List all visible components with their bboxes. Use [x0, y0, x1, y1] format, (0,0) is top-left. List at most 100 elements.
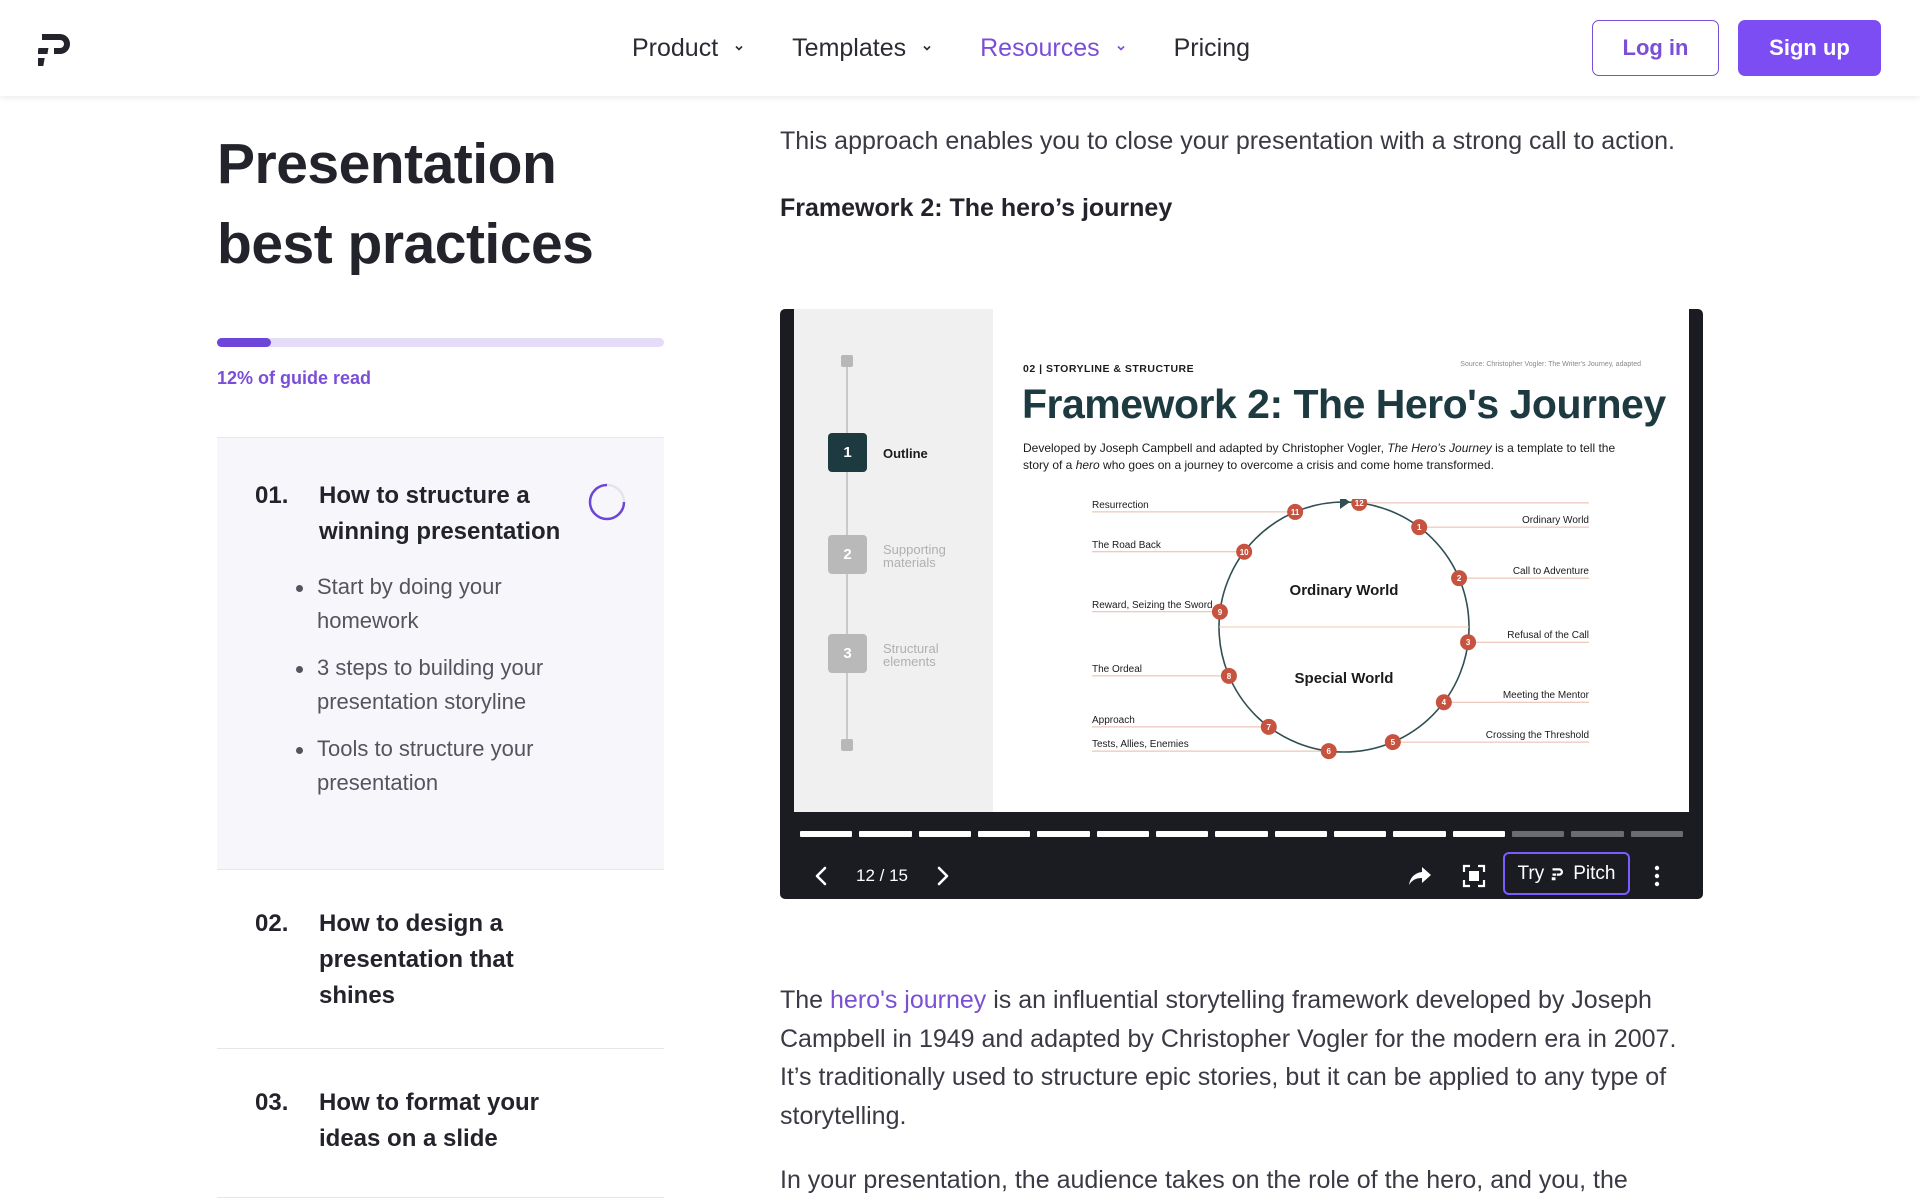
presentation-embed[interactable]: 1 Outline 2 Supporting materials 3 Struc… — [780, 309, 1703, 899]
pitch-logo-icon — [1551, 868, 1564, 881]
slide-progress-segment[interactable] — [859, 831, 912, 837]
reading-progress-bar — [217, 338, 664, 347]
toc-subitem[interactable]: 3 steps to building your presentation st… — [296, 651, 586, 719]
toc-section-1: 01. How to structure a winning presentat… — [217, 437, 664, 869]
slide-progress-segment[interactable] — [1274, 831, 1327, 837]
stage-number: 1 — [1417, 523, 1422, 532]
outline-step-box: 3 — [828, 634, 867, 673]
chevron-left-icon[interactable] — [810, 864, 834, 888]
slide-progress-segment[interactable] — [1393, 831, 1446, 837]
toc-section-title: How to format your ideas on a slide — [319, 1089, 539, 1152]
slide-canvas: 1 Outline 2 Supporting materials 3 Struc… — [794, 309, 1689, 812]
stage-number: 11 — [1291, 508, 1300, 517]
log-in-button[interactable]: Log in — [1592, 20, 1719, 76]
stage-label: The Ordeal — [1092, 664, 1142, 675]
slide-description-text: who goes on a journey to overcome a cris… — [1099, 458, 1494, 472]
slide-progress-segment[interactable] — [1571, 831, 1624, 837]
stage-label: Crossing the Threshold — [1486, 730, 1589, 741]
sign-up-button[interactable]: Sign up — [1738, 20, 1881, 76]
slide-progress-segment[interactable] — [1333, 831, 1387, 837]
toc-subitems: Start by doing your homework 3 steps to … — [217, 570, 664, 800]
stage-number: 5 — [1391, 738, 1396, 747]
slide-progress-segment[interactable] — [1452, 831, 1505, 837]
stage-number: 4 — [1442, 698, 1447, 707]
special-world-label: Special World — [1295, 670, 1394, 687]
toc-section-number: 01. — [255, 482, 289, 509]
toc-section-number: 03. — [255, 1089, 289, 1116]
article-paragraph: The hero's journey is an influential sto… — [780, 981, 1700, 1135]
slide-progress-segment[interactable] — [1215, 831, 1268, 837]
toc-section-2-link[interactable]: 02. How to design a presentation that sh… — [217, 906, 664, 1014]
guide-title-line1: Presentation — [217, 132, 557, 196]
chevron-right-icon[interactable] — [930, 864, 954, 888]
stage-label: The Road Back — [1092, 540, 1162, 551]
toc-section-title: How to design a presentation that shines — [319, 910, 514, 1009]
guide-title-line2: best practices — [217, 212, 594, 276]
outline-step-label: Supporting materials — [883, 542, 946, 570]
slide-progress-segment[interactable] — [800, 831, 853, 837]
slide-progress-segment[interactable] — [1155, 831, 1209, 837]
progress-ring-icon — [588, 483, 626, 521]
toc-subitem[interactable]: Tools to structure your presentation — [296, 732, 586, 800]
outline-step-label: Structural elements — [883, 641, 939, 669]
stage-label: Tests, Allies, Enemies — [1092, 739, 1189, 750]
slide-progress-segment[interactable] — [1037, 831, 1090, 837]
slide-description-emphasis: hero — [1075, 458, 1100, 472]
toc-section-3-link[interactable]: 03. How to format your ideas on a slide — [217, 1085, 664, 1157]
article-paragraph: This approach enables you to close your … — [780, 127, 1675, 155]
slide-description-emphasis: The Hero’s Journey — [1387, 441, 1492, 455]
toc-subitem[interactable]: Start by doing your homework — [296, 570, 586, 638]
stage-label: Ordinary World — [1522, 515, 1589, 526]
slide-progress-segment[interactable] — [1096, 831, 1149, 837]
nav-templates-label: Templates — [792, 33, 907, 62]
stage-label: Return with the Elixir — [1497, 499, 1589, 502]
chevron-down-icon — [923, 45, 931, 51]
top-navigation-bar: Product Templates Resources Pricing Log … — [0, 0, 1920, 96]
toc-section-title: How to structure a winning presentation — [319, 482, 561, 545]
slide-progress-segment[interactable] — [977, 831, 1031, 837]
heros-journey-link[interactable]: hero's journey — [830, 986, 986, 1014]
section-heading: Framework 2: The hero’s journey — [780, 194, 1173, 222]
nav-resources[interactable]: Resources — [980, 34, 1126, 63]
stage-label: Call to Adventure — [1513, 566, 1590, 577]
nav-pricing-label: Pricing — [1173, 33, 1251, 62]
rail-cap-bottom — [841, 739, 853, 751]
stage-number: 3 — [1466, 638, 1471, 647]
nav-resources-label: Resources — [980, 33, 1100, 62]
direction-arrow-icon — [1340, 499, 1350, 509]
nav-product[interactable]: Product — [632, 34, 744, 63]
nav-product-label: Product — [632, 33, 719, 62]
slide-source: Source: Christopher Vogler: The Writer's… — [1460, 361, 1641, 368]
try-label: Try — [1517, 862, 1545, 884]
slide-counter: 12 / 15 — [856, 866, 908, 885]
slide-progress-segment[interactable] — [1630, 831, 1683, 837]
toc-section-3: 03. How to format your ideas on a slide — [217, 1048, 664, 1198]
rail-cap-top — [841, 355, 853, 367]
more-vertical-icon[interactable] — [1652, 864, 1662, 888]
stage-label: Reward, Seizing the Sword — [1092, 600, 1213, 611]
stage-label: Approach — [1092, 715, 1135, 726]
stage-number: 6 — [1327, 747, 1332, 756]
nav-templates[interactable]: Templates — [792, 34, 932, 63]
fullscreen-icon[interactable] — [1462, 864, 1486, 888]
slide-progress-segments — [800, 831, 1683, 839]
stage-label: Resurrection — [1092, 500, 1149, 511]
ordinary-world-label: Ordinary World — [1290, 582, 1399, 599]
toc-section-2: 02. How to design a presentation that sh… — [217, 869, 664, 1048]
slide-description: Developed by Joseph Campbell and adapted… — [1023, 440, 1638, 474]
stage-number: 7 — [1267, 723, 1272, 732]
slide-progress-segment[interactable] — [918, 831, 971, 837]
share-icon[interactable] — [1407, 864, 1433, 888]
slide-eyebrow: 02 | STORYLINE & STRUCTURE — [1023, 363, 1195, 375]
pitch-logo-icon[interactable] — [38, 28, 78, 68]
outline-step-label: Outline — [883, 446, 928, 461]
table-of-contents: 01. How to structure a winning presentat… — [217, 437, 664, 1198]
stage-number: 9 — [1218, 608, 1223, 617]
outline-step-box: 2 — [828, 535, 867, 574]
nav-pricing[interactable]: Pricing — [1174, 34, 1250, 63]
chevron-down-icon — [735, 45, 743, 51]
toc-section-number: 02. — [255, 910, 289, 937]
try-pitch-button[interactable]: Try Pitch — [1503, 852, 1630, 895]
guide-title: Presentation best practices — [217, 124, 637, 284]
slide-progress-segment[interactable] — [1511, 831, 1565, 837]
